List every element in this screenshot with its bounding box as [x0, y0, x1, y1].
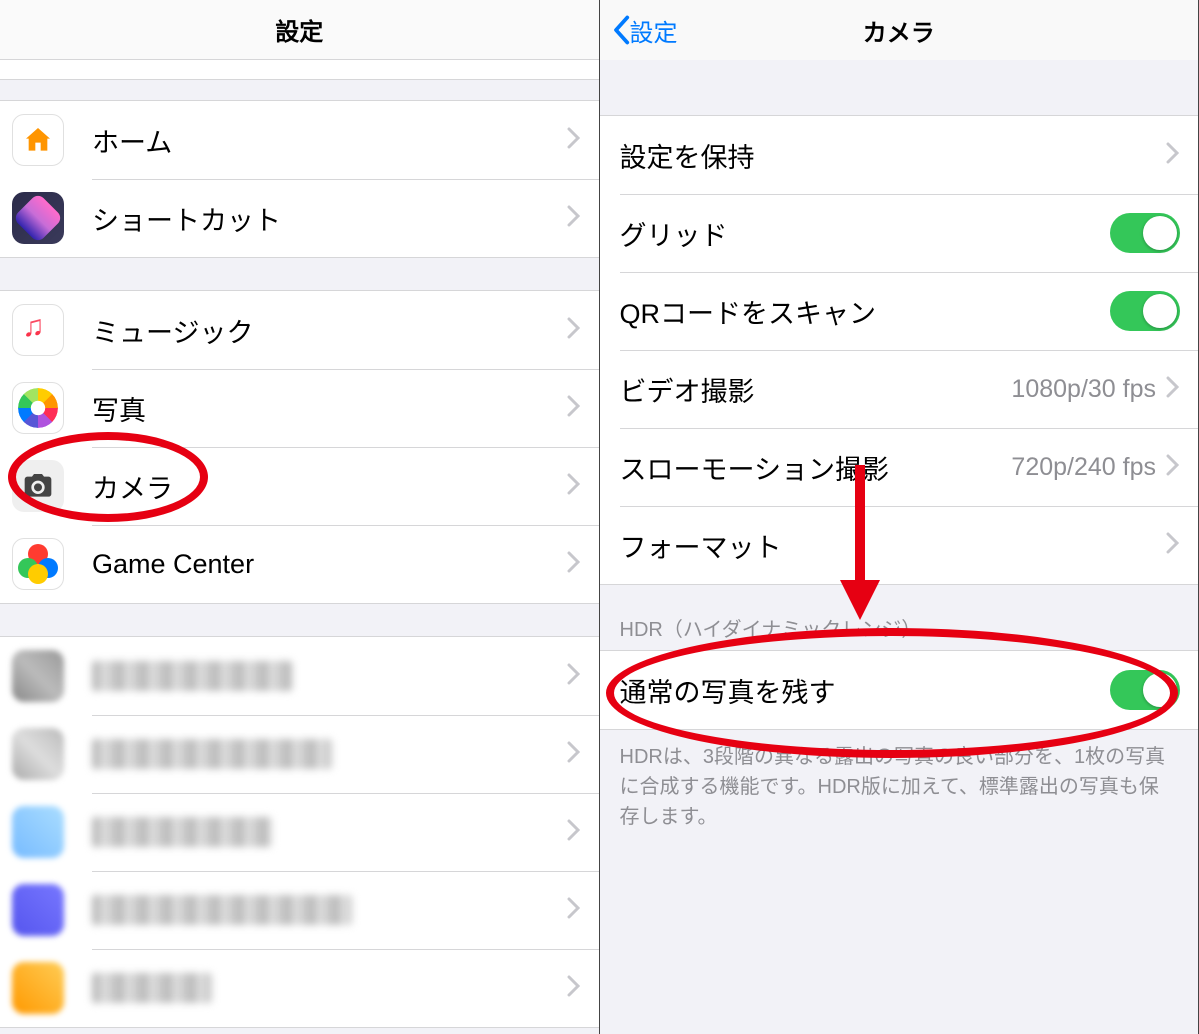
settings-group-2: ミュージック 写真 カメラ Game Center — [0, 290, 599, 604]
app-icon — [12, 650, 64, 702]
chevron-right-icon — [567, 661, 581, 692]
row-shortcuts[interactable]: ショートカット — [0, 179, 599, 257]
keep-normal-toggle[interactable] — [1110, 670, 1180, 710]
chevron-right-icon — [1166, 374, 1180, 405]
row-record-slomo[interactable]: スローモーション撮影 720p/240 fps — [600, 428, 1199, 506]
row-keep-normal-photo[interactable]: 通常の写真を残す — [600, 651, 1199, 729]
row-home[interactable]: ホーム — [0, 101, 599, 179]
back-label: 設定 — [630, 13, 678, 48]
home-icon — [12, 114, 64, 166]
chevron-right-icon — [567, 315, 581, 346]
row-gamecenter[interactable]: Game Center — [0, 525, 599, 603]
back-button[interactable]: 設定 — [612, 13, 678, 48]
row-record-video[interactable]: ビデオ撮影 1080p/30 fps — [600, 350, 1199, 428]
row-formats[interactable]: フォーマット — [600, 506, 1199, 584]
row-label: 写真 — [92, 389, 567, 428]
settings-screen: 設定 ホーム ショートカット ミュージック 写真 — [0, 0, 600, 1034]
gamecenter-icon — [12, 538, 64, 590]
row-label: ビデオ撮影 — [620, 370, 1012, 409]
settings-group-3 — [0, 636, 599, 1028]
nav-title: カメラ — [863, 13, 935, 48]
chevron-right-icon — [567, 739, 581, 770]
chevron-right-icon — [567, 393, 581, 424]
nav-bar: 設定 カメラ — [600, 0, 1199, 60]
row-label: 設定を保持 — [620, 136, 1167, 175]
shortcuts-icon — [12, 192, 64, 244]
settings-group-1: ホーム ショートカット — [0, 100, 599, 258]
app-icon — [12, 884, 64, 936]
row-label: フォーマット — [620, 526, 1167, 565]
row-label: QRコードをスキャン — [620, 292, 1111, 331]
chevron-right-icon — [567, 973, 581, 1004]
row-label-redacted — [92, 739, 332, 769]
camera-group-1: 設定を保持 グリッド QRコードをスキャン ビデオ撮影 1080p/30 fps… — [600, 115, 1199, 585]
row-camera[interactable]: カメラ — [0, 447, 599, 525]
music-icon — [12, 304, 64, 356]
row-label: ミュージック — [92, 311, 567, 350]
row-label: ホーム — [92, 121, 567, 160]
row-label: カメラ — [92, 467, 567, 506]
app-icon — [12, 806, 64, 858]
row-preserve-settings[interactable]: 設定を保持 — [600, 116, 1199, 194]
chevron-right-icon — [1166, 140, 1180, 171]
qr-toggle[interactable] — [1110, 291, 1180, 331]
row-music[interactable]: ミュージック — [0, 291, 599, 369]
chevron-right-icon — [567, 471, 581, 502]
camera-group-hdr: 通常の写真を残す — [600, 650, 1199, 730]
row-qr-scan[interactable]: QRコードをスキャン — [600, 272, 1199, 350]
nav-bar: 設定 — [0, 0, 599, 60]
row-app-1[interactable] — [0, 637, 599, 715]
grid-toggle[interactable] — [1110, 213, 1180, 253]
row-photos[interactable]: 写真 — [0, 369, 599, 447]
hdr-footer-text: HDRは、3段階の異なる露出の写真の良い部分を、1枚の写真に合成する機能です。H… — [600, 730, 1199, 844]
camera-screen: 設定 カメラ 設定を保持 グリッド QRコードをスキャン ビデオ撮影 1080p… — [600, 0, 1199, 1034]
row-label: スローモーション撮影 — [620, 448, 1012, 487]
row-label: グリッド — [620, 214, 1111, 253]
chevron-right-icon — [567, 203, 581, 234]
row-app-3[interactable] — [0, 793, 599, 871]
app-icon — [12, 962, 64, 1014]
row-label-redacted — [92, 973, 212, 1003]
row-value: 720p/240 fps — [1011, 453, 1156, 482]
row-app-5[interactable] — [0, 949, 599, 1027]
hdr-section-header: HDR（ハイダイナミックレンジ） — [600, 585, 1199, 650]
app-icon — [12, 728, 64, 780]
chevron-right-icon — [1166, 452, 1180, 483]
photos-icon — [12, 382, 64, 434]
row-label-redacted — [92, 895, 352, 925]
nav-title: 設定 — [275, 12, 323, 47]
row-grid[interactable]: グリッド — [600, 194, 1199, 272]
chevron-right-icon — [567, 125, 581, 156]
camera-icon — [12, 460, 64, 512]
row-label: 通常の写真を残す — [620, 671, 1111, 710]
row-label-redacted — [92, 817, 272, 847]
chevron-right-icon — [567, 817, 581, 848]
row-label-redacted — [92, 661, 292, 691]
row-label: ショートカット — [92, 199, 567, 238]
row-value: 1080p/30 fps — [1011, 375, 1156, 404]
chevron-right-icon — [567, 549, 581, 580]
row-app-4[interactable] — [0, 871, 599, 949]
chevron-right-icon — [567, 895, 581, 926]
row-label: Game Center — [92, 549, 567, 580]
chevron-right-icon — [1166, 530, 1180, 561]
row-app-2[interactable] — [0, 715, 599, 793]
